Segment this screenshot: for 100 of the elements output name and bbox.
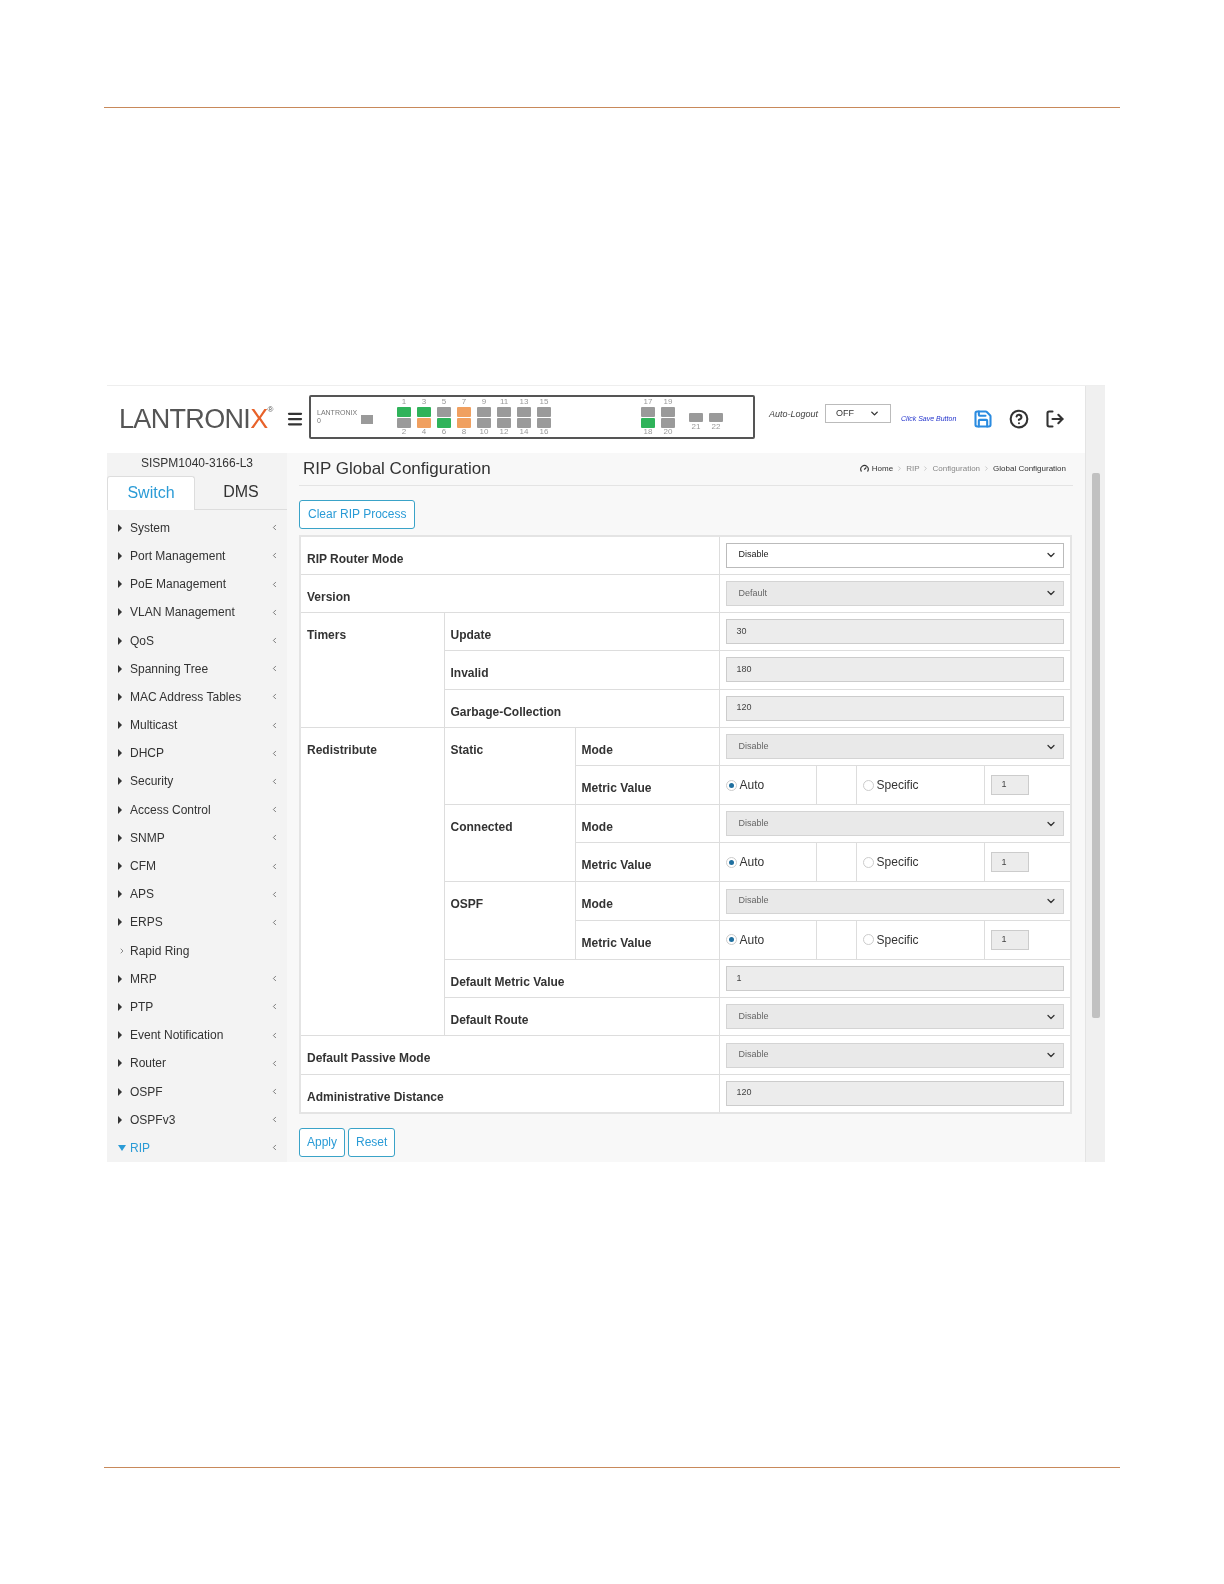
caret-right-icon <box>118 1059 122 1068</box>
sidebar-item[interactable]: Access Control <box>107 795 287 824</box>
sidebar-item[interactable]: APS <box>107 880 287 909</box>
logo: LANTRONIX® <box>119 403 273 436</box>
port-number: 5 <box>441 397 447 406</box>
sidebar-item[interactable]: PTP <box>107 992 287 1022</box>
row-label: Default Passive Mode <box>307 1051 431 1066</box>
port-number: 12 <box>499 427 509 436</box>
sidebar-item[interactable]: Port Management <box>107 541 287 571</box>
help-icon[interactable] <box>1009 409 1030 430</box>
caret-right-icon <box>118 608 122 617</box>
port-number: 11 <box>499 397 509 406</box>
chevron-left-icon <box>270 607 279 617</box>
sidebar-item[interactable]: Spanning Tree <box>107 654 287 683</box>
port-number: 1 <box>401 397 407 406</box>
input-field[interactable]: 1 <box>990 929 1029 950</box>
sidebar-item[interactable]: Event Notification <box>107 1021 287 1050</box>
radio-option[interactable]: Auto <box>719 766 817 805</box>
breadcrumb-separator-icon <box>922 465 930 473</box>
sidebar-item[interactable]: Security <box>107 767 287 796</box>
scrollbar[interactable] <box>1085 386 1105 1162</box>
sidebar-item[interactable]: DHCP <box>107 739 287 768</box>
chevron-left-icon <box>270 1058 279 1068</box>
sidebar-item[interactable]: OSPF <box>107 1077 287 1106</box>
caret-right-icon <box>118 890 122 899</box>
row-label: Timers <box>307 628 347 642</box>
sidebar-item[interactable]: MRP <box>107 964 287 993</box>
breadcrumb-link[interactable]: RIP <box>906 462 920 475</box>
row-label: Administrative Distance <box>307 1089 444 1104</box>
save-icon[interactable] <box>973 409 994 430</box>
port-number: 6 <box>441 427 447 436</box>
sidebar-item[interactable]: SNMP <box>107 823 287 852</box>
caret-right-icon <box>118 1115 122 1124</box>
breadcrumb-separator-icon <box>896 465 904 473</box>
chevron-left-icon <box>270 636 279 646</box>
chevron-left-icon <box>270 1143 279 1153</box>
caret-right-icon <box>118 692 122 701</box>
input-field[interactable]: 1 <box>990 852 1029 873</box>
input-field[interactable]: 1 <box>990 775 1029 796</box>
port-number: 7 <box>461 397 467 406</box>
row-label: RIP Router Mode <box>307 551 404 566</box>
chevron-left-icon <box>270 523 279 533</box>
caret-right-icon <box>118 1087 122 1096</box>
sidebar-item[interactable]: VLAN Management <box>107 598 287 627</box>
radio-option[interactable]: Specific <box>856 766 985 805</box>
port-number: 8 <box>461 427 467 436</box>
chevron-left-icon <box>270 664 279 674</box>
row-label: Version <box>307 589 351 604</box>
port-number: 4 <box>421 427 427 436</box>
caret-right-icon <box>118 918 122 927</box>
chevron-left-icon <box>270 1030 279 1040</box>
logout-icon[interactable] <box>1045 409 1066 430</box>
dropdown[interactable]: Disable <box>725 542 1065 568</box>
console-port-icon <box>361 415 374 425</box>
breadcrumb-link[interactable]: Configuration <box>932 462 981 475</box>
port-number: 21 <box>691 422 701 431</box>
chevron-left-icon <box>270 692 279 702</box>
sidebar-item[interactable]: OSPFv3 <box>107 1105 287 1134</box>
breadcrumb-link[interactable]: Home <box>871 462 894 475</box>
port-number: 19 <box>663 397 673 406</box>
sidebar-item[interactable]: Multicast <box>107 711 287 740</box>
auto-logout-label: Auto-Logout <box>769 407 819 421</box>
sidebar-item[interactable]: QoS <box>107 626 287 655</box>
radio-option[interactable]: Specific <box>856 920 985 959</box>
caret-right-icon <box>118 636 122 645</box>
row-label: Mode <box>581 897 613 912</box>
caret-right-icon <box>118 1002 122 1011</box>
port-number: 3 <box>421 397 427 406</box>
caret-down-icon <box>118 1144 126 1151</box>
chevron-left-icon <box>270 1087 279 1097</box>
chevron-left-icon <box>270 974 279 984</box>
sidebar-item[interactable]: Rapid Ring <box>107 936 287 965</box>
caret-right-icon <box>118 833 122 842</box>
sidebar-item[interactable]: MAC Address Tables <box>107 682 287 711</box>
caret-right-icon <box>118 777 122 786</box>
port-number: 13 <box>519 397 529 406</box>
row-label: Garbage-Collection <box>450 704 562 719</box>
radio-option[interactable]: Auto <box>719 843 817 882</box>
chevron-left-icon <box>270 720 279 730</box>
row-label: Metric Value <box>581 935 652 950</box>
port-number: 2 <box>401 427 407 436</box>
sidebar-item[interactable]: CFM <box>107 851 287 881</box>
row-label: Mode <box>581 742 613 757</box>
chevron-left-icon <box>270 748 279 758</box>
sidebar-item[interactable]: ERPS <box>107 908 287 937</box>
sidebar-item[interactable]: PoE Management <box>107 570 287 599</box>
chevron-left-icon <box>270 861 279 871</box>
radio-option[interactable]: Specific <box>856 843 985 882</box>
model-name: SISPM1040-3166-L3 <box>139 454 255 472</box>
sidebar-item[interactable]: Router <box>107 1049 287 1078</box>
port-number: 14 <box>519 427 529 436</box>
auto-logout-select[interactable]: OFF <box>825 403 892 423</box>
breadcrumb-separator-icon <box>983 465 991 473</box>
caret-right-icon <box>118 974 122 983</box>
radio-option[interactable]: Auto <box>719 920 817 959</box>
chevron-left-icon <box>270 917 279 927</box>
row-label: Redistribute <box>307 742 377 757</box>
port-number: 17 <box>643 397 653 406</box>
sidebar-item[interactable]: System <box>107 513 287 542</box>
row-label: Update <box>450 628 492 642</box>
